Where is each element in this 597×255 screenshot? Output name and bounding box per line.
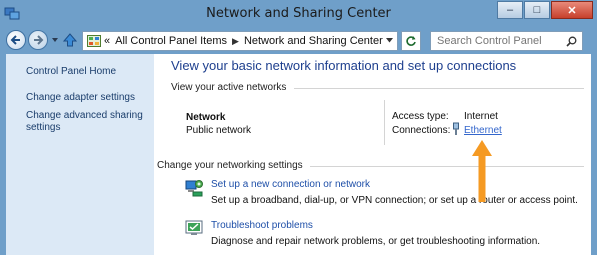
annotation-arrow-icon bbox=[472, 140, 492, 202]
forward-arrow-icon bbox=[34, 35, 44, 45]
change-settings-header: Change your networking settings bbox=[157, 160, 303, 171]
access-type-value: Internet bbox=[464, 111, 498, 122]
sidebar-item-control-panel-home[interactable]: Control Panel Home bbox=[26, 66, 146, 78]
network-name: Network bbox=[186, 112, 226, 123]
active-networks-header: View your active networks bbox=[171, 82, 287, 93]
maximize-button[interactable]: □ bbox=[524, 1, 550, 19]
setup-connection-link[interactable]: Set up a new connection or network bbox=[211, 179, 370, 190]
search-input[interactable] bbox=[437, 35, 557, 47]
sidebar-item-change-adapter-settings[interactable]: Change adapter settings bbox=[26, 92, 146, 104]
title-bar[interactable]: Network and Sharing Center – □ ✕ bbox=[0, 0, 597, 29]
search-box[interactable] bbox=[430, 31, 583, 51]
back-button[interactable] bbox=[6, 30, 26, 50]
caption-buttons: – □ ✕ bbox=[496, 1, 593, 19]
close-button[interactable]: ✕ bbox=[551, 1, 593, 19]
sidebar-item-change-advanced-sharing[interactable]: Change advanced sharing settings bbox=[26, 110, 146, 134]
change-settings-divider bbox=[310, 166, 584, 167]
refresh-icon bbox=[406, 36, 416, 46]
troubleshoot-icon bbox=[185, 220, 203, 235]
access-type-label: Access type: bbox=[392, 111, 449, 122]
network-sharing-window: Network and Sharing Center – □ ✕ « All C… bbox=[0, 0, 597, 255]
refresh-button[interactable] bbox=[401, 31, 421, 51]
new-connection-icon bbox=[185, 180, 203, 197]
navigation-bar: « All Control Panel Items ▶ Network and … bbox=[0, 28, 597, 54]
up-arrow-icon[interactable] bbox=[62, 32, 78, 48]
recent-pages-dropdown-icon[interactable] bbox=[51, 36, 59, 44]
address-dropdown-icon[interactable] bbox=[386, 38, 393, 43]
minimize-button[interactable]: – bbox=[497, 1, 523, 19]
active-networks-divider bbox=[294, 88, 584, 89]
control-panel-icon bbox=[87, 35, 101, 47]
tasks-sidebar: Control Panel Home Change adapter settin… bbox=[6, 54, 154, 255]
breadcrumb-separator-icon[interactable]: ▶ bbox=[232, 36, 239, 47]
back-arrow-icon bbox=[10, 35, 20, 45]
address-bar[interactable]: « All Control Panel Items ▶ Network and … bbox=[82, 31, 398, 51]
connections-label: Connections: bbox=[392, 125, 451, 136]
forward-button[interactable] bbox=[28, 30, 48, 50]
breadcrumb-all-items[interactable]: All Control Panel Items bbox=[115, 35, 227, 47]
setup-connection-description: Set up a broadband, dial-up, or VPN conn… bbox=[211, 195, 578, 206]
ethernet-connection-icon bbox=[453, 122, 459, 135]
network-category-link[interactable]: Public network bbox=[186, 125, 251, 136]
search-icon[interactable] bbox=[566, 36, 577, 47]
page-title: View your basic network information and … bbox=[171, 58, 517, 73]
troubleshoot-description: Diagnose and repair network problems, or… bbox=[211, 236, 541, 247]
main-content: View your basic network information and … bbox=[154, 54, 591, 255]
window-right-border bbox=[591, 54, 597, 255]
breadcrumb-network-center[interactable]: Network and Sharing Center bbox=[244, 35, 383, 47]
ethernet-connection-link[interactable]: Ethernet bbox=[464, 125, 502, 136]
network-info-divider bbox=[384, 100, 385, 145]
address-overflow-chevron[interactable]: « bbox=[104, 35, 110, 47]
troubleshoot-link[interactable]: Troubleshoot problems bbox=[211, 220, 313, 231]
